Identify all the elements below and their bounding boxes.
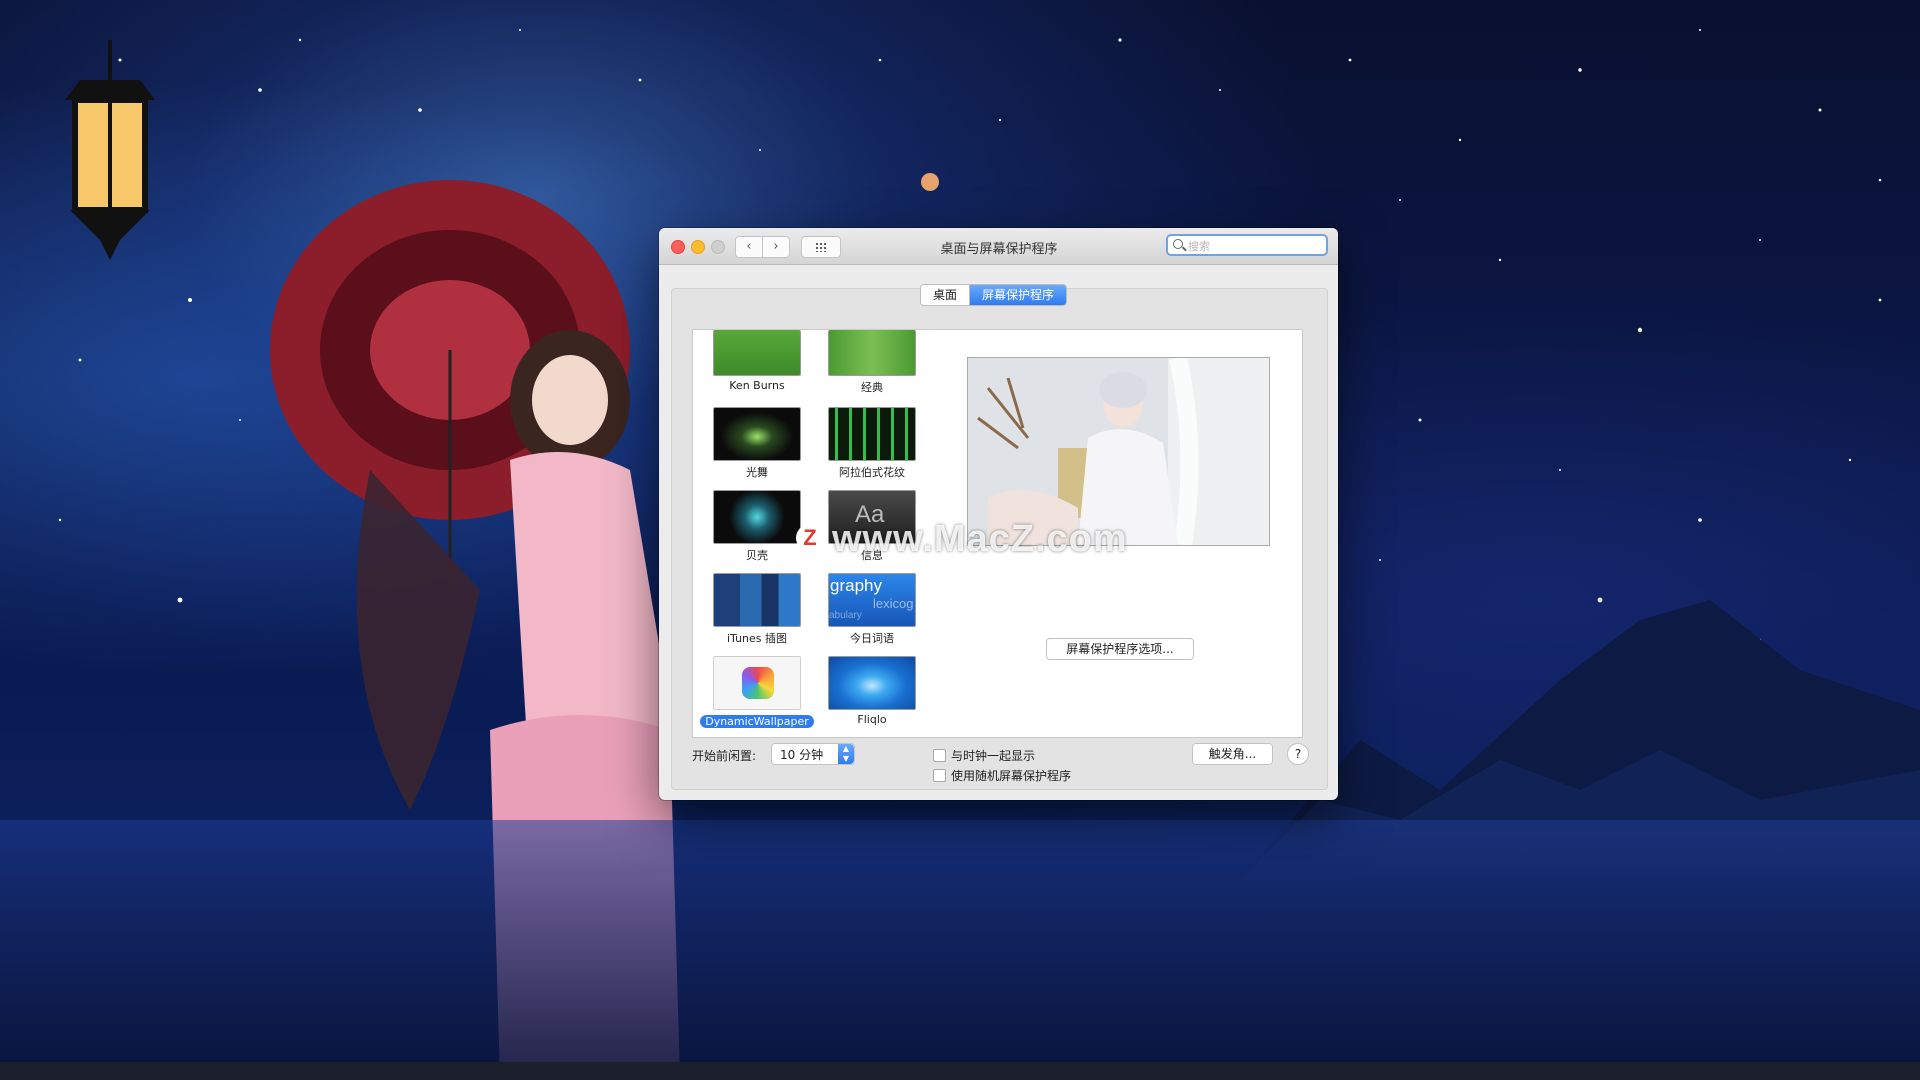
grid-icon xyxy=(815,242,827,252)
search-icon xyxy=(1173,239,1183,249)
search-placeholder: 搜索 xyxy=(1188,240,1210,253)
tab-desktop[interactable]: 桌面 xyxy=(921,285,971,305)
idle-label: 开始前闲置: xyxy=(692,749,757,763)
show-all-button[interactable] xyxy=(801,236,841,258)
lantern xyxy=(65,40,155,260)
fliqlo-thumbnail xyxy=(828,656,916,710)
screensaver-item-word-of-the-day[interactable]: graphy lexicog abulary 今日词语 xyxy=(817,573,927,646)
chevron-left-icon: ‹ xyxy=(746,239,752,254)
word-of-the-day-thumbnail: graphy lexicog abulary xyxy=(828,573,916,627)
screensaver-item-itunes-artwork[interactable]: iTunes 插图 xyxy=(702,573,812,646)
show-clock-label: 与时钟一起显示 xyxy=(951,749,1036,763)
preview-illustration xyxy=(968,358,1269,545)
classic-thumbnail xyxy=(828,330,916,376)
screensaver-item-classic[interactable]: 经典 xyxy=(817,330,927,395)
chevron-right-icon: › xyxy=(773,239,779,254)
random-screensaver-label: 使用随机屏幕保护程序 xyxy=(951,769,1072,783)
itunes-artwork-thumbnail xyxy=(713,573,801,627)
watermark-text: www.MacZ.com xyxy=(832,518,1128,560)
screensaver-item-fliqlo[interactable]: Fliqlo xyxy=(817,656,927,726)
screensaver-item-ken-burns[interactable]: Ken Burns xyxy=(702,330,812,392)
screensaver-item-shell[interactable]: 贝壳 xyxy=(702,490,812,563)
flurry-thumbnail xyxy=(713,407,801,461)
window-title: 桌面与屏幕保护程序 xyxy=(940,242,1058,257)
screensaver-options-button[interactable]: 屏幕保护程序选项... xyxy=(1046,638,1194,660)
help-button[interactable]: ? xyxy=(1287,743,1309,765)
lake-reflection xyxy=(0,820,1920,1080)
dynamicwallpaper-thumbnail xyxy=(713,656,801,710)
tab-screensaver[interactable]: 屏幕保护程序 xyxy=(970,285,1067,305)
arabesque-thumbnail xyxy=(828,407,916,461)
shell-thumbnail xyxy=(713,490,801,544)
stepper-arrows-icon: ▲ ▼ xyxy=(838,744,854,764)
screensaver-item-dynamicwallpaper[interactable]: DynamicWallpaper xyxy=(693,656,821,729)
preferences-window: ‹ › 桌面与屏幕保护程序 搜索 桌面 屏幕保护程序 Ken Burns 经典 … xyxy=(659,228,1338,800)
selected-label: DynamicWallpaper xyxy=(700,715,814,728)
ken-burns-thumbnail xyxy=(713,330,801,376)
hot-corners-button[interactable]: 触发角... xyxy=(1192,743,1273,765)
tab-switcher: 桌面 屏幕保护程序 xyxy=(920,284,1068,306)
show-clock-checkbox[interactable] xyxy=(933,749,946,762)
dock-strip xyxy=(0,1062,1920,1080)
random-screensaver-checkbox[interactable] xyxy=(933,769,946,782)
title-bar: ‹ › 桌面与屏幕保护程序 搜索 xyxy=(659,228,1338,265)
idle-time-value: 10 分钟 xyxy=(780,748,824,762)
zoom-window-button[interactable] xyxy=(711,240,725,254)
screensaver-item-flurry[interactable]: 光舞 xyxy=(702,407,812,480)
screensaver-item-arabesque[interactable]: 阿拉伯式花纹 xyxy=(817,407,927,480)
search-field[interactable]: 搜索 xyxy=(1166,234,1328,256)
dynamicwallpaper-app-icon xyxy=(742,667,774,699)
close-window-button[interactable] xyxy=(671,240,685,254)
forward-button[interactable]: › xyxy=(762,236,790,258)
idle-time-select[interactable]: 10 分钟 ▲ ▼ xyxy=(771,743,855,765)
watermark-logo: Z xyxy=(796,524,824,552)
back-button[interactable]: ‹ xyxy=(735,236,763,258)
minimize-window-button[interactable] xyxy=(691,240,705,254)
